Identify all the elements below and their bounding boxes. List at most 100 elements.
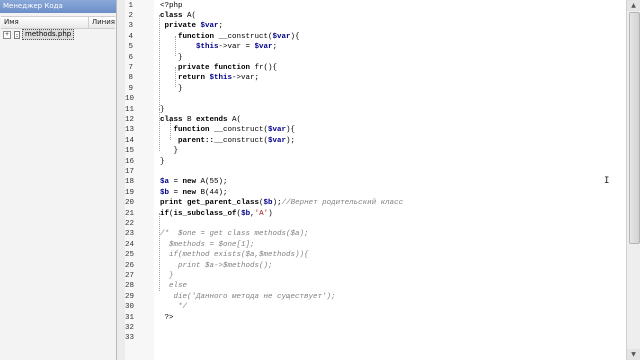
code-token: =	[169, 188, 183, 197]
code-token: A(	[232, 115, 242, 124]
column-line-header[interactable]: Линия	[89, 17, 115, 28]
code-token: <?php	[160, 1, 183, 10]
code-token: print $a->$methods();	[160, 261, 273, 270]
code-line[interactable]: $a = new A(55);	[160, 177, 228, 187]
code-token: $b	[160, 188, 170, 197]
code-line[interactable]: print get_parent_class($b);//Вернет роди…	[160, 198, 403, 208]
code-token: B(44);	[200, 188, 228, 197]
code-line[interactable]: print $a->$methods();	[160, 261, 273, 271]
scroll-thumb[interactable]	[629, 12, 640, 244]
plus-expand-icon[interactable]: +	[3, 30, 11, 39]
code-line[interactable]: if(method exists($a,$methods)){	[160, 250, 309, 260]
scroll-up-arrow-icon[interactable]: ▲	[627, 0, 640, 11]
code-line[interactable]: die('Данного метода не существует');	[160, 292, 336, 302]
scroll-down-arrow-icon[interactable]: ▼	[627, 349, 640, 360]
code-line[interactable]: if(is_subclass_of($b,'A')	[160, 209, 273, 219]
line-number: 1	[128, 1, 133, 10]
code-token: __construct(	[214, 136, 269, 145]
code-token: ;	[218, 22, 224, 31]
tree-item-methods-php[interactable]: + methods.php	[3, 29, 75, 40]
code-token: ){	[286, 126, 296, 135]
code-token: );	[286, 136, 296, 145]
code-line[interactable]: private function fr(){	[160, 63, 277, 73]
code-line[interactable]: private $var;	[160, 21, 224, 31]
code-token: extends	[196, 115, 233, 124]
line-number: 9	[128, 84, 133, 93]
code-line[interactable]: $this->var = $var;	[160, 42, 277, 52]
code-line[interactable]: parent::__construct($var);	[160, 136, 295, 146]
code-line[interactable]: }	[160, 105, 165, 115]
code-token: /* $one = get class methods($a);	[160, 230, 309, 239]
code-token: $this	[196, 43, 219, 52]
line-number: 14	[125, 136, 135, 145]
line-number: 18	[125, 178, 135, 187]
line-number: 7	[128, 63, 133, 72]
code-line[interactable]: function __construct($var){	[160, 32, 300, 42]
i-beam-cursor-icon: I	[604, 176, 610, 186]
line-number: 6	[128, 53, 133, 62]
code-token: }	[160, 84, 183, 93]
code-token: if	[160, 209, 170, 218]
code-token: }	[160, 147, 179, 156]
line-number: 13	[125, 126, 135, 135]
line-number: 25	[125, 251, 135, 260]
line-number: 32	[125, 323, 135, 332]
code-token: ->var =	[218, 43, 255, 52]
code-token: );	[272, 199, 282, 208]
code-token: function	[160, 32, 219, 41]
code-token: fr(){	[254, 63, 278, 72]
code-token: )	[268, 209, 273, 218]
code-line[interactable]: <?php	[160, 1, 183, 11]
code-token: $methods = $one[1];	[160, 240, 255, 249]
code-editor-area[interactable]: I <?php class A( private $var; function _…	[158, 0, 626, 360]
code-token: $var	[272, 32, 291, 41]
code-line[interactable]: }	[160, 53, 183, 63]
code-token: return	[160, 74, 210, 83]
line-number: 10	[125, 95, 135, 104]
code-line[interactable]: }	[160, 271, 174, 281]
code-token: $var	[268, 126, 287, 135]
code-line[interactable]: }	[160, 84, 183, 94]
line-number: 30	[125, 303, 135, 312]
line-number: 22	[125, 219, 135, 228]
code-token: get_parent_class	[187, 199, 260, 208]
code-line[interactable]: $methods = $one[1];	[160, 240, 255, 250]
code-line[interactable]: ?>	[160, 313, 174, 323]
code-token: else	[160, 282, 188, 291]
code-line[interactable]: }	[160, 146, 179, 156]
code-token: =	[169, 178, 183, 187]
code-token: ){	[290, 32, 300, 41]
code-token: new	[182, 178, 201, 187]
code-line[interactable]: */	[160, 302, 187, 312]
line-number: 3	[128, 22, 133, 31]
code-line[interactable]: function __construct($var){	[160, 125, 296, 135]
code-line[interactable]: }	[160, 157, 165, 167]
tree-item-label[interactable]: methods.php	[22, 29, 75, 40]
line-number: 15	[125, 147, 135, 156]
code-line[interactable]: /* $one = get class methods($a);	[160, 229, 309, 239]
line-number-column: 1 2 3 4 5 6 7 8 9 10 11 12 13 14 15 16 17 18 19 20 21 22 23 24 2…	[125, 0, 155, 360]
code-token: die('Данного метода не существует');	[160, 292, 336, 301]
code-token: }	[160, 157, 165, 166]
code-token: parent::	[160, 136, 215, 145]
line-number: 16	[125, 157, 135, 166]
code-line[interactable]: return $this->var;	[160, 73, 259, 83]
code-token: }	[160, 271, 174, 280]
php-file-icon	[14, 30, 20, 39]
column-name-header[interactable]: Имя	[1, 17, 89, 28]
code-line[interactable]: else	[160, 281, 187, 291]
line-number: 29	[125, 292, 135, 301]
line-number: 20	[125, 199, 135, 208]
vertical-scrollbar[interactable]: ▲ ▼	[626, 0, 640, 360]
line-number: 12	[125, 115, 135, 124]
code-line[interactable]: class A(	[160, 11, 196, 21]
line-number: 19	[125, 188, 135, 197]
code-token: A(	[187, 11, 197, 20]
code-token: $var	[200, 22, 219, 31]
code-token: new	[182, 188, 201, 197]
code-line[interactable]: class B extends A(	[160, 115, 241, 125]
code-token: $this	[209, 74, 233, 83]
code-token: is_subclass_of	[173, 209, 237, 218]
code-line[interactable]: $b = new B(44);	[160, 188, 228, 198]
